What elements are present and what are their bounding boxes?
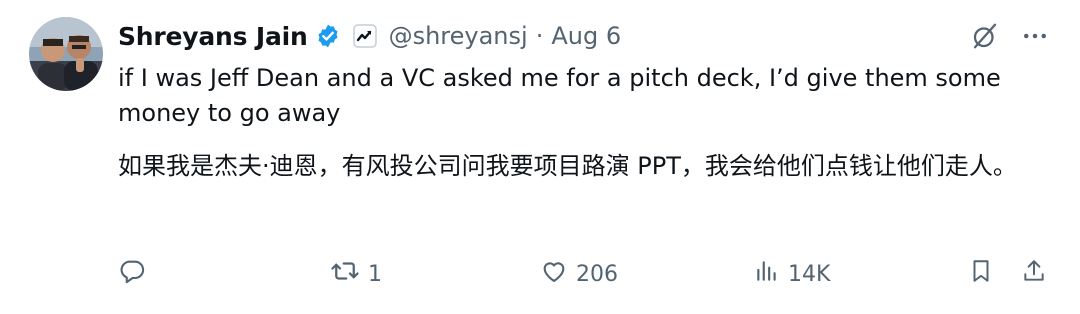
bookmark-button[interactable] <box>968 254 994 294</box>
like-button[interactable]: 206 <box>540 254 618 294</box>
retweet-icon <box>330 256 360 292</box>
grok-icon[interactable] <box>970 21 1000 51</box>
top-actions <box>970 16 1050 56</box>
handle[interactable]: @shreyansj <box>389 22 528 50</box>
retweet-count: 1 <box>368 261 382 287</box>
views-count: 14K <box>788 261 831 287</box>
tweet-header: Shreyans Jain @shreyansj · Aug 6 <box>118 16 621 56</box>
tweet-card: Shreyans Jain @shreyansj · Aug 6 if I wa… <box>0 0 1080 314</box>
views-button[interactable]: 14K <box>754 254 830 294</box>
avatar[interactable] <box>29 17 103 91</box>
bookmark-icon <box>968 258 994 290</box>
verified-badge-icon <box>315 23 341 49</box>
heart-icon <box>540 257 568 291</box>
reply-button[interactable] <box>118 254 154 294</box>
tweet-date[interactable]: Aug 6 <box>551 22 621 50</box>
tweet-text-english: if I was Jeff Dean and a VC asked me for… <box>118 64 1001 127</box>
share-icon <box>1021 258 1047 290</box>
views-icon <box>754 258 780 290</box>
display-name[interactable]: Shreyans Jain <box>118 22 308 51</box>
action-bar: 1 206 14K <box>118 254 1050 294</box>
like-count: 206 <box>576 261 618 287</box>
tweet-text-chinese: 如果我是杰夫·迪恩，有风投公司问我要项目路演 PPT，我会给他们点钱让他们走人。 <box>118 152 1017 180</box>
separator-dot: · <box>535 22 544 50</box>
more-icon[interactable] <box>1020 21 1050 51</box>
affiliate-badge-icon[interactable] <box>352 24 377 48</box>
share-button[interactable] <box>1021 254 1047 294</box>
reply-icon <box>118 257 146 291</box>
retweet-button[interactable]: 1 <box>330 254 382 294</box>
